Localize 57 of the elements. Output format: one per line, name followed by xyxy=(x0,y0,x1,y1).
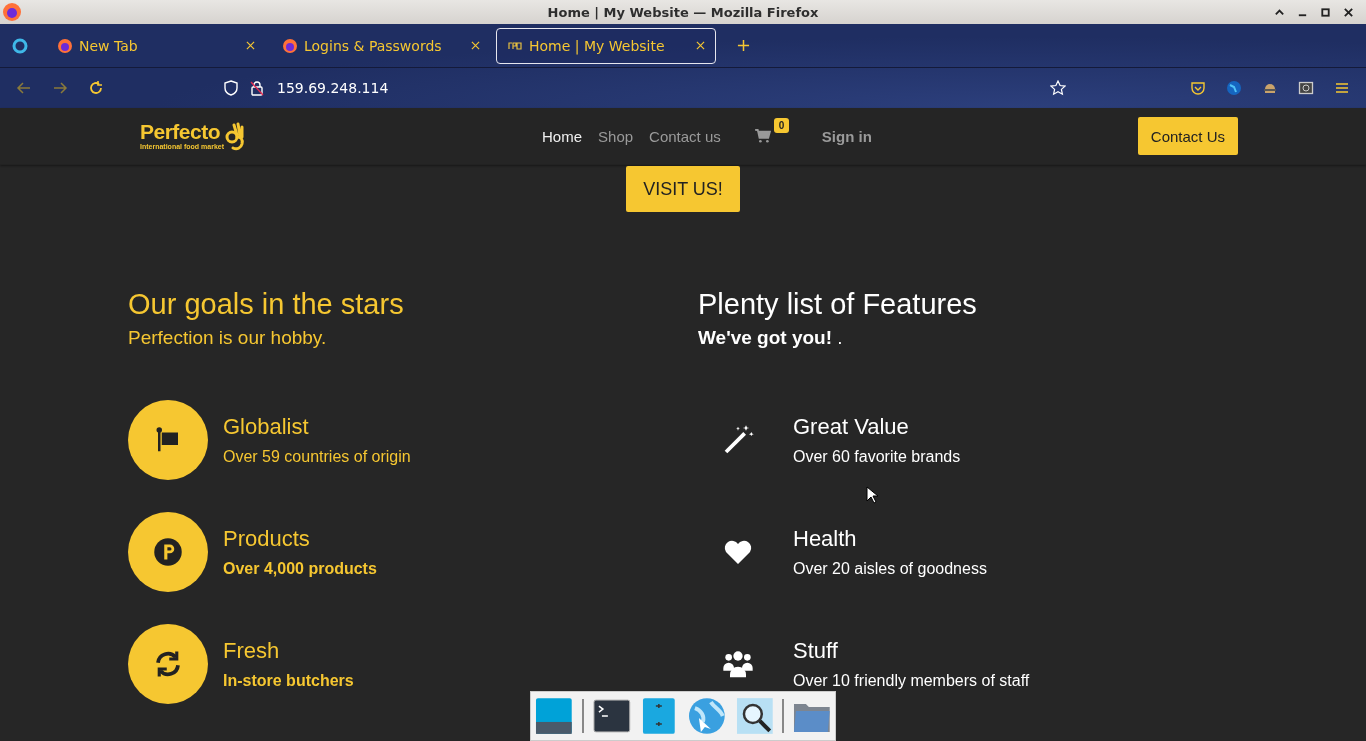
close-icon[interactable] xyxy=(1343,6,1354,18)
nav-link[interactable]: Contact us xyxy=(649,127,721,145)
feature-description: Over 59 countries of origin xyxy=(223,448,411,466)
browser-tab[interactable]: Home | My Website xyxy=(496,27,716,64)
globe-icon[interactable] xyxy=(687,695,727,737)
pocket-icon[interactable] xyxy=(1190,80,1206,96)
feature-description: In-store butchers xyxy=(223,672,354,690)
visit-us-button[interactable]: VISIT US! xyxy=(626,166,740,212)
mouse-pointer-icon xyxy=(866,486,878,504)
back-arrow-icon[interactable] xyxy=(16,80,32,96)
parking-icon xyxy=(153,537,183,567)
contact-us-button[interactable]: Contact Us xyxy=(1137,117,1238,155)
magic-wand-icon xyxy=(722,424,754,456)
address-field[interactable]: 159.69.248.114 xyxy=(277,80,389,96)
users-icon xyxy=(722,648,754,680)
maximize-icon[interactable] xyxy=(1320,6,1331,18)
feature-description: Over 10 friendly members of staff xyxy=(793,672,1030,690)
cart-icon[interactable] xyxy=(754,129,771,143)
screenshot-icon[interactable] xyxy=(1298,80,1314,96)
section-title: Our goals in the stars xyxy=(128,287,405,322)
feature-title: Stuff xyxy=(793,638,839,664)
nav-link[interactable]: Home xyxy=(542,127,583,145)
lock-icon[interactable] xyxy=(249,80,265,96)
circle-icon[interactable] xyxy=(12,37,28,54)
feature-description: Over 20 aisles of goodness xyxy=(793,560,987,578)
section-subtitle: Perfection is our hobby. xyxy=(128,326,328,350)
feature-title: Fresh xyxy=(223,638,281,664)
feature-title: Health xyxy=(793,526,858,552)
desktop-icon[interactable] xyxy=(534,695,574,737)
window-title: Home | My Website — Mozilla Firefox xyxy=(547,4,819,20)
search-icon[interactable] xyxy=(734,695,775,737)
forward-arrow-icon[interactable] xyxy=(52,80,68,96)
section-title: Plenty list of Features xyxy=(698,287,978,322)
feature-description: Over 60 favorite brands xyxy=(793,448,961,466)
menu-icon[interactable] xyxy=(1334,80,1350,96)
firefox-icon xyxy=(57,37,73,54)
star-icon[interactable] xyxy=(1050,80,1067,96)
globe-icon[interactable] xyxy=(1226,80,1242,96)
feature-title: Globalist xyxy=(223,414,310,440)
nav-link[interactable]: Shop xyxy=(598,127,634,145)
firefox-icon xyxy=(2,2,22,22)
browser-tab[interactable]: New Tab xyxy=(46,27,266,64)
feature-title: Products xyxy=(223,526,311,552)
browser-tab[interactable]: Logins & Passwords xyxy=(271,27,491,64)
feature-description: Over 4,000 products xyxy=(223,560,377,578)
brand-logo[interactable]: Perfecto xyxy=(140,121,224,143)
cart-count-badge: 0 xyxy=(773,118,790,133)
firefox-icon xyxy=(282,37,298,54)
sign-in-link[interactable]: Sign in xyxy=(821,127,872,145)
refresh-icon xyxy=(153,649,183,679)
section-subtitle: We've got you! . xyxy=(698,326,844,350)
shield-icon[interactable] xyxy=(223,80,239,96)
plus-icon[interactable] xyxy=(737,39,750,52)
feature-title: Great Value xyxy=(793,414,910,440)
hand-icon xyxy=(225,120,245,152)
chevron-up-icon[interactable] xyxy=(1274,6,1285,18)
reload-icon[interactable] xyxy=(88,80,104,96)
